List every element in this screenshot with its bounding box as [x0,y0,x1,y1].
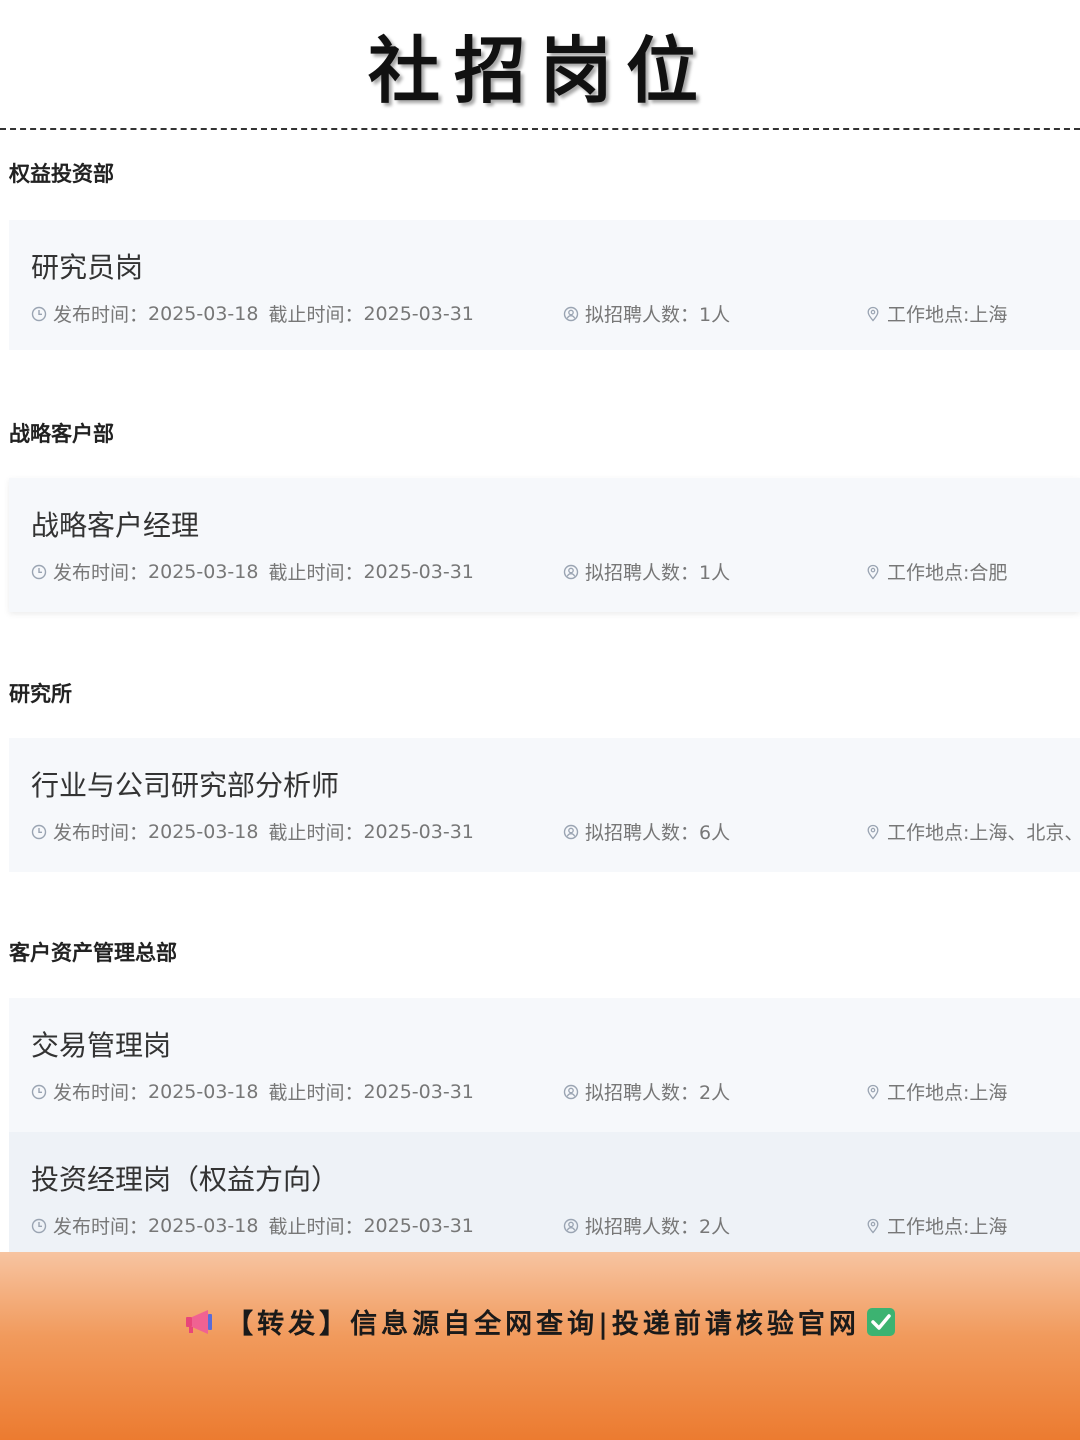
job-title[interactable]: 行业与公司研究部分析师 [31,764,339,804]
job-location: 工作地点: 上海 [865,1212,1007,1239]
section-title: 研究所 [9,682,72,706]
user-icon [563,1218,579,1233]
job-headcount: 拟招聘人数： 1人 [563,300,730,327]
job-dates: 发布时间： 2025-03-18 截止时间： 2025-03-31 [31,818,474,845]
job-dates: 发布时间： 2025-03-18 截止时间： 2025-03-31 [31,300,474,327]
user-icon [563,824,579,839]
job-card[interactable]: 投资经理岗（权益方向） 发布时间： 2025-03-18 截止时间： 2025-03… [9,1132,1080,1266]
job-title[interactable]: 研究员岗 [31,246,143,286]
job-title[interactable]: 投资经理岗（权益方向） [31,1158,339,1198]
clock-icon [31,824,47,839]
section-title: 客户资产管理总部 [9,941,177,965]
user-icon [563,306,579,321]
user-icon [563,564,579,579]
clock-icon [31,564,47,579]
job-location: 工作地点: 上海 [865,300,1007,327]
footer-text: 【转发】信息源自全网查询|投递前请核验官网 [226,1309,860,1340]
job-card[interactable]: 交易管理岗 发布时间： 2025-03-18 截止时间： 2025-03-31 拟招… [9,998,1080,1132]
location-pin-icon [867,564,879,579]
location-pin-icon [867,1218,879,1233]
job-headcount: 拟招聘人数： 6人 [563,818,730,845]
clock-icon [31,1218,47,1233]
job-headcount: 拟招聘人数： 2人 [563,1212,730,1239]
location-pin-icon [867,1084,879,1099]
job-location: 工作地点:上海、北京、合肥 [865,818,1080,845]
section-title: 权益投资部 [9,162,114,186]
footer-banner: 【转发】信息源自全网查询|投递前请核验官网 [0,1252,1080,1440]
job-dates: 发布时间： 2025-03-18 截止时间： 2025-03-31 [31,1212,474,1239]
megaphone-icon [186,1309,213,1334]
job-card[interactable]: 研究员岗 发布时间： 2025-03-18 截止时间： 2025-03-31 拟招聘… [9,220,1080,350]
job-title[interactable]: 战略客户经理 [31,504,199,544]
user-icon [563,1084,579,1099]
job-location: 工作地点: 上海 [865,1078,1007,1105]
check-icon [866,1307,895,1336]
job-headcount: 拟招聘人数： 2人 [563,1078,730,1105]
job-card[interactable]: 战略客户经理 发布时间： 2025-03-18 截止时间： 2025-03-31 拟… [9,478,1080,612]
location-pin-icon [867,824,879,839]
clock-icon [31,1084,47,1099]
divider [0,128,1080,130]
job-dates: 发布时间： 2025-03-18 截止时间： 2025-03-31 [31,1078,474,1105]
clock-icon [31,306,47,321]
section-title: 战略客户部 [9,422,114,446]
header: 社招岗位 [0,0,1080,128]
job-headcount: 拟招聘人数： 1人 [563,558,730,585]
job-dates: 发布时间： 2025-03-18 截止时间： 2025-03-31 [31,558,474,585]
location-pin-icon [867,306,879,321]
job-location: 工作地点: 合肥 [865,558,1007,585]
job-title[interactable]: 交易管理岗 [31,1024,171,1064]
job-card[interactable]: 行业与公司研究部分析师 发布时间： 2025-03-18 截止时间： 2025-03… [9,738,1080,872]
page-title: 社招岗位 [367,27,712,113]
